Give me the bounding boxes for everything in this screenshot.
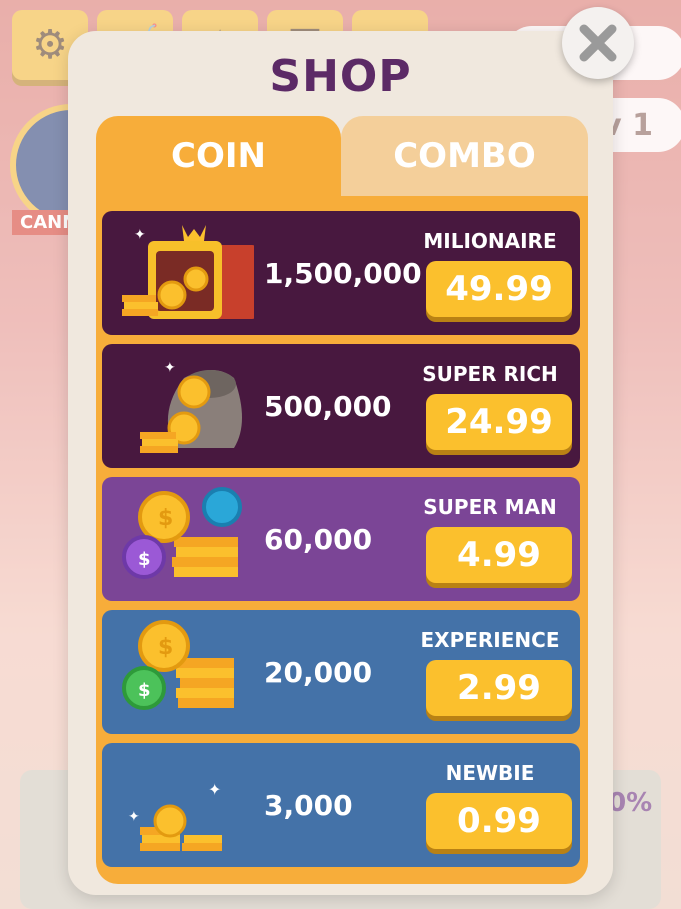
pack-amount: 3,000 — [264, 788, 353, 822]
close-icon — [579, 24, 617, 62]
svg-text:✦: ✦ — [208, 780, 221, 799]
coin-pile-icon: $ $ — [122, 487, 242, 579]
coin-bag-icon: ✦ — [140, 360, 242, 453]
pack-amount: 500,000 — [264, 389, 392, 423]
small-coins-icon: ✦ ✦ — [128, 780, 222, 851]
svg-text:$: $ — [158, 635, 173, 660]
svg-text:✦: ✦ — [164, 360, 176, 376]
pack-name: SUPER MAN — [423, 495, 557, 519]
buy-button-newbie[interactable]: 0.99 — [426, 793, 572, 849]
crate-coins-icon: ✦ — [122, 225, 254, 319]
pack-row-super-rich[interactable]: ✦ 500,000 SUPER RICH 24.99 — [102, 344, 580, 468]
pack-row-newbie[interactable]: ✦ ✦ 3,000 NEWBIE 0.99 — [102, 743, 580, 867]
pack-row-milionaire[interactable]: ✦ 1,500,000 MILIONAIRE 49.99 — [102, 211, 580, 335]
shop-tabs: COIN COMBO — [96, 116, 588, 196]
pack-amount: 60,000 — [264, 522, 373, 556]
buy-button-experience[interactable]: 2.99 — [426, 660, 572, 716]
pack-row-super-man[interactable]: $ $ 60,000 SUPER MAN 4.99 — [102, 477, 580, 601]
buy-button-milionaire[interactable]: 49.99 — [426, 261, 572, 317]
coin-pack-list: ✦ 1,500,000 MILIONAIRE 49.99 ✦ 500,000 S… — [96, 196, 588, 884]
shop-title: SHOP — [269, 51, 412, 102]
tab-coin[interactable]: COIN — [96, 116, 341, 196]
close-button[interactable] — [562, 7, 634, 79]
svg-text:$: $ — [138, 549, 151, 570]
svg-text:✦: ✦ — [128, 809, 140, 825]
pack-name: MILIONAIRE — [423, 229, 557, 253]
pack-name: EXPERIENCE — [420, 628, 560, 652]
tab-combo[interactable]: COMBO — [341, 116, 588, 196]
buy-button-super-man[interactable]: 4.99 — [426, 527, 572, 583]
pack-name: NEWBIE — [445, 761, 535, 785]
pack-row-experience[interactable]: $ $ 20,000 EXPERIENCE 2.99 — [102, 610, 580, 734]
pack-amount: 1,500,000 — [264, 256, 422, 290]
svg-text:$: $ — [138, 680, 151, 701]
buy-button-super-rich[interactable]: 24.99 — [426, 394, 572, 450]
svg-text:✦: ✦ — [134, 227, 146, 243]
pack-name: SUPER RICH — [422, 362, 558, 386]
coin-stack-icon: $ $ — [122, 620, 234, 710]
svg-text:$: $ — [158, 506, 173, 531]
pack-amount: 20,000 — [264, 655, 373, 689]
